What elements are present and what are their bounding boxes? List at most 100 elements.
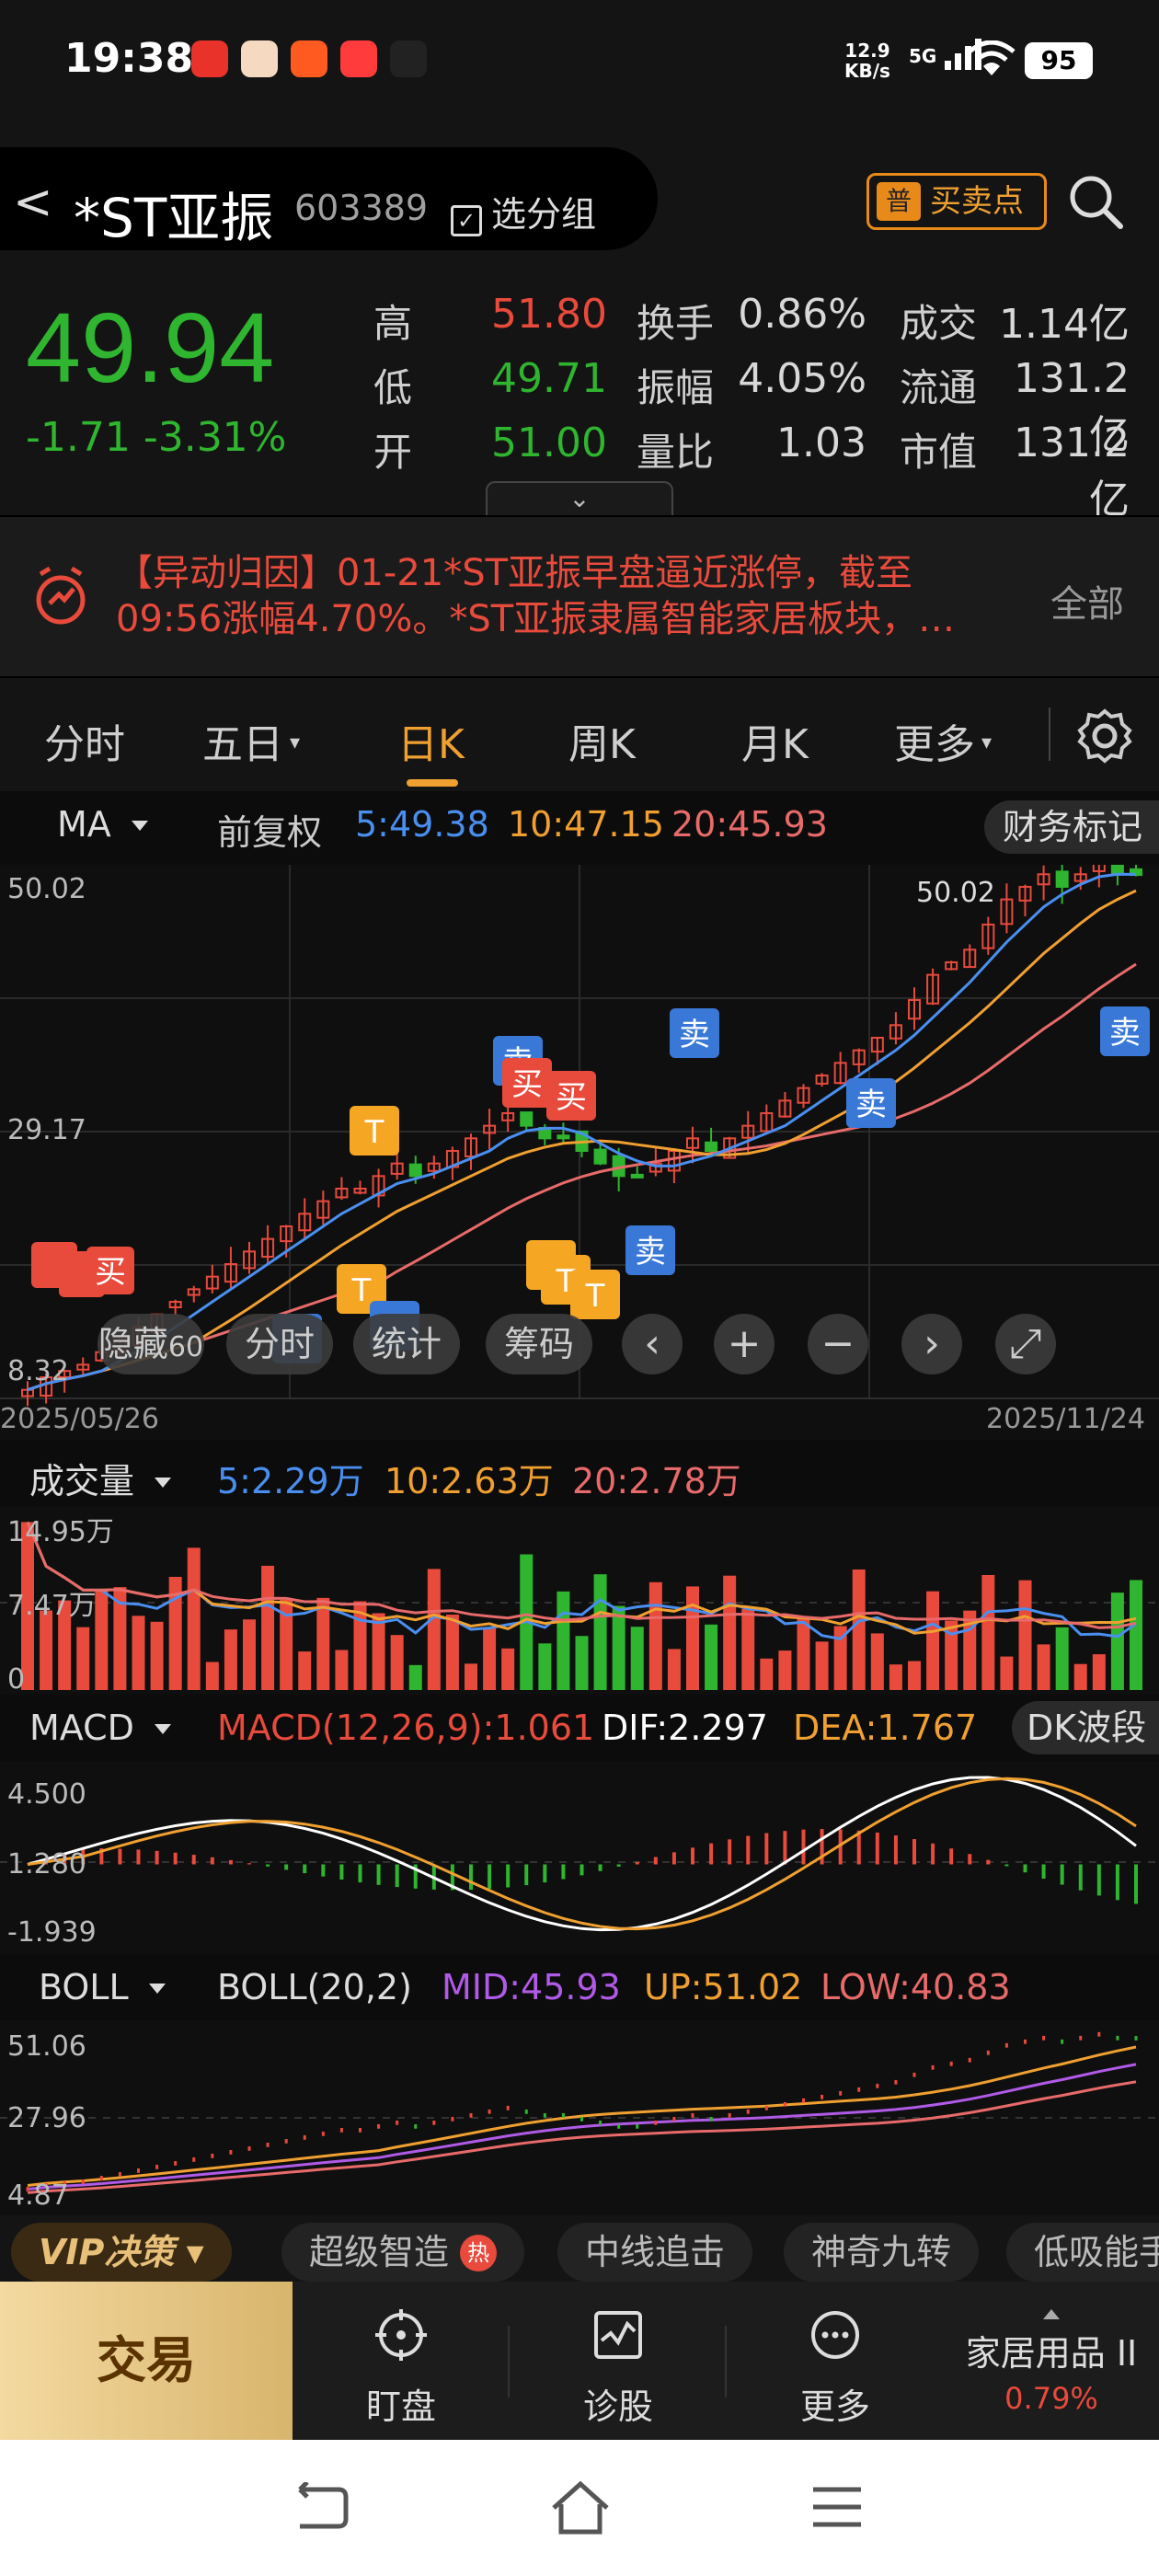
more-button[interactable]: 更多 xyxy=(762,2307,909,2429)
candle-body xyxy=(593,1148,607,1165)
zoom-in-icon[interactable]: + xyxy=(714,1314,775,1374)
volume-bar xyxy=(1000,1656,1014,1690)
settings-gear-icon[interactable] xyxy=(1076,707,1133,765)
watch-button[interactable]: 盯盘 xyxy=(327,2307,475,2429)
intraday-button[interactable]: 分时 xyxy=(226,1314,333,1374)
candle-body xyxy=(408,1163,422,1178)
candle-body xyxy=(630,1173,644,1179)
alert-clock-icon xyxy=(36,566,86,625)
divider xyxy=(508,2326,510,2398)
macd-axis-top: 4.500 xyxy=(7,1778,86,1811)
tab-more[interactable]: 更多 ▾ xyxy=(894,711,992,770)
chevron-left-icon[interactable]: ‹ xyxy=(622,1314,683,1374)
svg-text:买: 买 xyxy=(556,1079,587,1116)
select-group-button[interactable]: ✓ 选分组 xyxy=(451,186,596,236)
more-dots-icon xyxy=(811,2311,859,2359)
tab-intraday[interactable]: 分时 xyxy=(44,711,125,770)
news-all-link[interactable]: 全部 xyxy=(1050,574,1124,627)
news-banner[interactable]: 【异动归因】01-21*ST亚振早盘逼近涨停，截至09:56涨幅4.70%。*S… xyxy=(0,515,1159,676)
chevron-up-icon xyxy=(1043,2309,1060,2319)
svg-text:T: T xyxy=(351,1272,372,1309)
tab-monthly-k[interactable]: 月K xyxy=(741,711,809,770)
tab-daily-k[interactable]: 日K xyxy=(397,711,465,770)
volume-ratio-value: 1.03 xyxy=(776,420,866,466)
volume-bar xyxy=(1037,1644,1050,1690)
vol-axis-bottom: 0 xyxy=(7,1663,25,1695)
dk-wave-button[interactable]: DK波段 xyxy=(1012,1701,1159,1754)
strategy-tab[interactable]: 神奇九转 xyxy=(784,2223,980,2282)
volume-bar xyxy=(427,1569,441,1690)
back-nav-icon[interactable] xyxy=(293,2482,351,2534)
pu-icon: 普 xyxy=(877,182,921,221)
strategy-tab[interactable]: 低吸能手 xyxy=(1006,2223,1159,2282)
market-cap-value: 131.2亿 xyxy=(1014,420,1130,523)
volume-chart[interactable]: 14.95万 7.47万 0 xyxy=(0,1506,1159,1695)
home-nav-icon[interactable] xyxy=(548,2480,613,2536)
sell-signal: 卖 xyxy=(846,1078,896,1128)
sector-info[interactable]: 家居用品 II 0.79% xyxy=(944,2309,1159,2416)
svg-text:T: T xyxy=(585,1278,605,1315)
boll-indicator-select[interactable]: BOLL xyxy=(39,1967,166,2007)
open-label: 开 xyxy=(373,430,413,475)
volume-bar xyxy=(187,1547,201,1690)
volume-bar xyxy=(889,1664,902,1690)
ma-indicator-select[interactable]: MA xyxy=(57,804,148,845)
strategy-tab[interactable]: 中线追击 xyxy=(557,2223,753,2282)
fullscreen-icon[interactable]: ⤢ xyxy=(995,1314,1056,1374)
macd-chart[interactable]: 4.500 1.280 -1.939 xyxy=(0,1761,1159,1954)
chevron-right-icon[interactable]: › xyxy=(901,1314,962,1374)
chips-button[interactable]: 筹码 xyxy=(486,1314,592,1374)
diagnose-button[interactable]: 诊股 xyxy=(545,2307,692,2429)
sector-name: 家居用品 II xyxy=(965,2333,1138,2374)
volume-bar xyxy=(465,1663,477,1690)
tab-five-day[interactable]: 五日 ▾ xyxy=(202,711,300,770)
trade-button[interactable]: 交易 xyxy=(0,2282,293,2440)
macd-axis-bottom: -1.939 xyxy=(7,1916,97,1949)
volume-bar xyxy=(95,1590,109,1690)
volume-bar xyxy=(908,1661,921,1690)
title-bar: < *ST亚振 603389 ✓ 选分组 xyxy=(0,147,658,250)
volume-bar xyxy=(1018,1580,1032,1690)
volume-indicator-row: 成交量 5:2.29万 10:2.63万 20:2.78万 xyxy=(0,1440,1159,1506)
boll-mid: MID:45.93 xyxy=(442,1967,621,2007)
bottom-toolbar: 交易 盯盘 诊股 更多 家居用品 II 0.79% xyxy=(0,2282,1159,2440)
candle-body xyxy=(1110,865,1124,876)
search-icon[interactable] xyxy=(1065,171,1126,232)
volume-indicator-select[interactable]: 成交量 xyxy=(29,1453,172,1503)
hide-button[interactable]: 隐藏60 xyxy=(98,1314,204,1374)
expand-quote-button[interactable]: ⌄ xyxy=(486,481,673,518)
volume-bar xyxy=(705,1624,718,1690)
system-nav-bar xyxy=(0,2440,1159,2576)
statistics-button[interactable]: 统计 xyxy=(353,1314,460,1374)
volume-bar xyxy=(778,1650,792,1690)
boll-chart[interactable]: 51.06 27.96 4.87 xyxy=(0,2020,1159,2215)
period-tabs: 分时 五日 ▾ 日K 周K 月K 更多 ▾ xyxy=(0,676,1159,791)
financial-marker-button[interactable]: 财务标记 xyxy=(984,800,1159,854)
battery-indicator: 95 xyxy=(1025,42,1093,79)
buy-sell-points-button[interactable]: 普 买卖点 xyxy=(866,173,1047,230)
macd-indicator-select[interactable]: MACD xyxy=(29,1708,171,1748)
amount-value: 1.14亿 xyxy=(999,301,1130,348)
volume-bar xyxy=(316,1597,330,1690)
t-signal: T xyxy=(350,1106,399,1156)
adjust-mode[interactable]: 前复权 xyxy=(217,804,322,855)
volume-bar xyxy=(243,1619,256,1690)
strategy-quick-tabs: VIP决策 ▾ 超级智造 热 中线追击 神奇九转 低吸能手 xyxy=(0,2215,1159,2282)
app-notification-icon xyxy=(291,40,327,77)
menu-nav-icon[interactable] xyxy=(811,2484,863,2530)
diagnose-label: 诊股 xyxy=(582,2386,653,2427)
volume-bar xyxy=(760,1658,774,1690)
volume-bar xyxy=(132,1616,145,1690)
volume-bar xyxy=(686,1586,699,1690)
volume-bar xyxy=(1130,1580,1142,1690)
current-price: 49.94 xyxy=(26,292,275,403)
tab-weekly-k[interactable]: 周K xyxy=(568,711,636,770)
svg-text:卖: 卖 xyxy=(679,1017,710,1053)
amplitude-label: 振幅 xyxy=(637,365,715,410)
back-button[interactable]: < xyxy=(13,175,53,230)
strategy-tab[interactable]: 超级智造 热 xyxy=(281,2223,525,2282)
amplitude-value: 4.05% xyxy=(738,355,866,402)
vip-decision-button[interactable]: VIP决策 ▾ xyxy=(11,2223,232,2282)
zoom-out-icon[interactable]: − xyxy=(808,1314,868,1374)
volume-bar xyxy=(852,1569,866,1690)
